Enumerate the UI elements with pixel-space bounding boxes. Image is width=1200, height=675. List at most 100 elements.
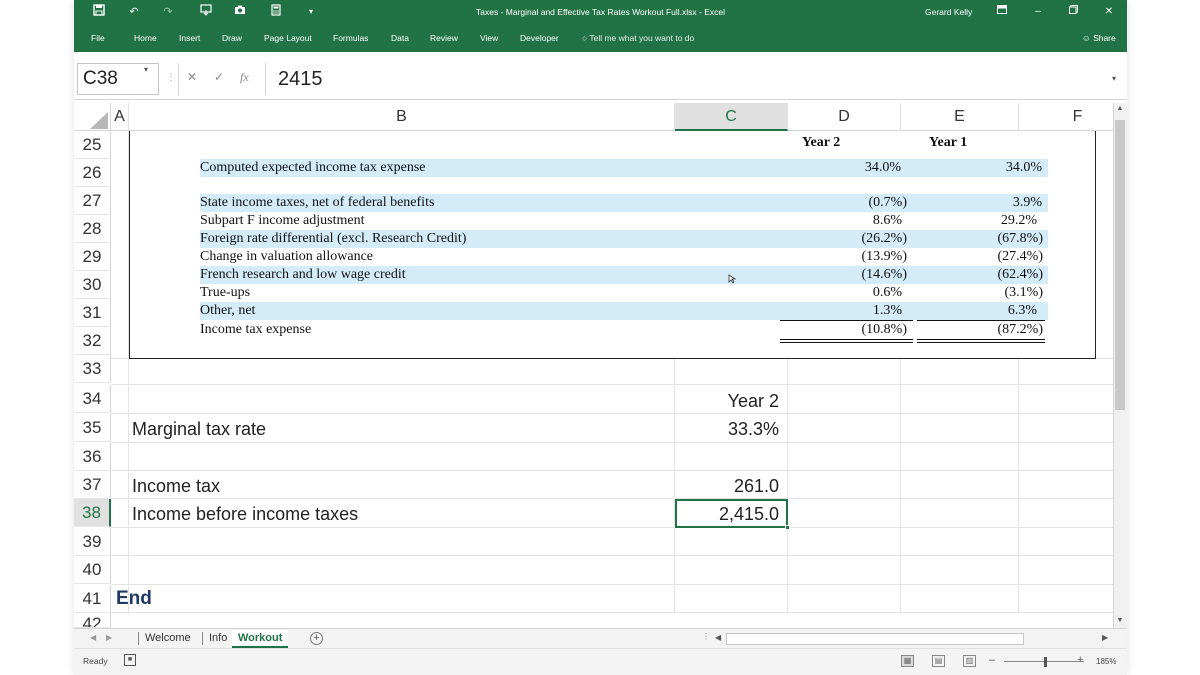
sheet-tab-workout[interactable]: Workout	[232, 630, 289, 648]
macro-recording-icon[interactable]: ■	[124, 654, 136, 666]
scroll-left-icon[interactable]: ◀	[715, 633, 721, 642]
column-header-d[interactable]: D	[788, 103, 901, 131]
tab-formulas[interactable]: Formulas	[333, 33, 368, 43]
column-header-c[interactable]: C	[675, 103, 788, 131]
zoom-out-icon[interactable]: –	[989, 654, 995, 666]
restore-icon[interactable]	[1066, 5, 1080, 19]
zoom-level[interactable]: 185%	[1096, 657, 1116, 666]
formula-bar-divider	[178, 63, 179, 95]
computed-expense-label: Computed expected income tax expense	[200, 160, 426, 175]
row-header[interactable]: 39	[74, 528, 111, 556]
cell-b35[interactable]: Marginal tax rate	[132, 419, 266, 440]
computed-expense-year1: 34.0%	[1005, 160, 1042, 175]
formula-bar-divider	[265, 63, 266, 95]
grid-line	[111, 384, 1113, 385]
horizontal-scrollbar[interactable]	[726, 633, 1024, 645]
column-header-f[interactable]: F	[1019, 103, 1127, 131]
tab-draw[interactable]: Draw	[222, 33, 242, 43]
name-box-value: C38	[83, 68, 118, 89]
row-header[interactable]: 42	[74, 613, 111, 628]
page-break-view-icon[interactable]: ▥	[963, 655, 976, 667]
total-double-rule	[780, 339, 913, 340]
add-sheet-button[interactable]: +	[310, 632, 323, 645]
income-tax-expense-label: Income tax expense	[200, 322, 312, 337]
row-header[interactable]: 25	[74, 131, 111, 159]
reconciliation-item-label: Other, net	[200, 303, 256, 318]
row-header[interactable]: 31	[74, 299, 111, 327]
row-header[interactable]: 32	[74, 327, 111, 355]
share-button[interactable]: ☺ Share	[1082, 33, 1116, 43]
row-header[interactable]: 35	[74, 414, 111, 442]
row-header-selected[interactable]: 38	[74, 499, 111, 527]
select-all-corner[interactable]	[74, 103, 111, 131]
column-header-a[interactable]: A	[111, 103, 129, 131]
cell-b37[interactable]: Income tax	[132, 476, 220, 497]
cell-a41[interactable]: End	[116, 588, 152, 610]
page-layout-view-icon[interactable]: ▤	[932, 655, 945, 667]
tab-insert[interactable]: Insert	[179, 33, 200, 43]
close-icon[interactable]: ✕	[1102, 5, 1116, 19]
ribbon-display-icon[interactable]	[995, 5, 1009, 19]
selected-cell-border	[675, 499, 788, 528]
row-header[interactable]: 36	[74, 443, 111, 471]
reconciliation-item-year2: (14.6%)	[861, 267, 908, 282]
tab-split-handle-icon[interactable]: ⋮	[702, 632, 710, 641]
column-header-b[interactable]: B	[129, 103, 675, 131]
tab-developer[interactable]: Developer	[520, 33, 559, 43]
tab-page-layout[interactable]: Page Layout	[264, 33, 312, 43]
insert-function-icon[interactable]: fx	[240, 70, 249, 85]
cell-c37[interactable]: 261.0	[675, 476, 779, 497]
year-1-header: Year 1	[929, 135, 968, 150]
fill-handle[interactable]	[785, 525, 790, 530]
mouse-cursor-icon	[728, 274, 736, 284]
user-name[interactable]: Gerard Kelly	[925, 7, 972, 17]
row-header[interactable]: 27	[74, 187, 111, 215]
row-header[interactable]: 34	[74, 385, 111, 413]
zoom-slider-thumb[interactable]	[1044, 657, 1047, 667]
row-band	[200, 302, 1048, 320]
column-header-e[interactable]: E	[901, 103, 1019, 131]
row-header[interactable]: 37	[74, 471, 111, 499]
tab-data[interactable]: Data	[391, 33, 409, 43]
row-header[interactable]: 29	[74, 243, 111, 271]
ribbon-tabs: File Home Insert Draw Page Layout Formul…	[74, 26, 1127, 52]
sheet-tab-welcome[interactable]: Welcome	[139, 630, 197, 648]
row-header[interactable]: 30	[74, 271, 111, 299]
scroll-down-icon[interactable]: ▼	[1114, 617, 1126, 624]
share-label: Share	[1093, 33, 1116, 43]
cancel-icon[interactable]: ✕	[187, 70, 197, 84]
reconciliation-item-label: True-ups	[200, 285, 251, 300]
row-header[interactable]: 26	[74, 159, 111, 187]
tab-file[interactable]: File	[91, 33, 105, 43]
next-sheet-icon[interactable]: ▶	[106, 633, 112, 642]
scroll-right-icon[interactable]: ▶	[1102, 633, 1108, 642]
normal-view-icon[interactable]: ▦	[901, 655, 914, 667]
vertical-scroll-thumb[interactable]	[1115, 120, 1125, 410]
cell-c35[interactable]: 33.3%	[675, 419, 779, 440]
minimize-icon[interactable]: –	[1031, 5, 1045, 19]
tax-rate-reconciliation-table[interactable]: Year 2 Year 1 Computed expected income t…	[129, 131, 1096, 359]
zoom-in-icon[interactable]: +	[1077, 654, 1083, 666]
cell-b38[interactable]: Income before income taxes	[132, 504, 358, 525]
name-box-dropdown-icon[interactable]: ▾	[144, 65, 148, 74]
enter-icon[interactable]: ✓	[214, 70, 224, 84]
row-header[interactable]: 28	[74, 215, 111, 243]
expand-formula-bar-icon[interactable]: ▾	[1112, 74, 1116, 83]
cell-c34[interactable]: Year 2	[675, 391, 779, 412]
formula-input[interactable]: 2415	[278, 68, 323, 91]
row-header[interactable]: 40	[74, 556, 111, 584]
prev-sheet-icon[interactable]: ◀	[90, 633, 96, 642]
formula-bar-grip-icon[interactable]: ⋮	[166, 72, 176, 83]
sheet-tab-info[interactable]: Info	[203, 630, 233, 648]
grid-line	[111, 470, 1113, 471]
total-double-rule	[917, 339, 1045, 340]
tab-view[interactable]: View	[480, 33, 498, 43]
row-header[interactable]: 41	[74, 585, 111, 613]
row-header[interactable]: 33	[74, 355, 111, 383]
scroll-up-icon[interactable]: ▲	[1114, 105, 1126, 112]
tell-me-box[interactable]: ○ Tell me what you want to do	[582, 33, 694, 43]
tab-home[interactable]: Home	[134, 33, 157, 43]
tab-review[interactable]: Review	[430, 33, 458, 43]
tell-me-text: Tell me what you want to do	[589, 33, 695, 43]
computed-expense-year2: 34.0%	[864, 160, 901, 175]
